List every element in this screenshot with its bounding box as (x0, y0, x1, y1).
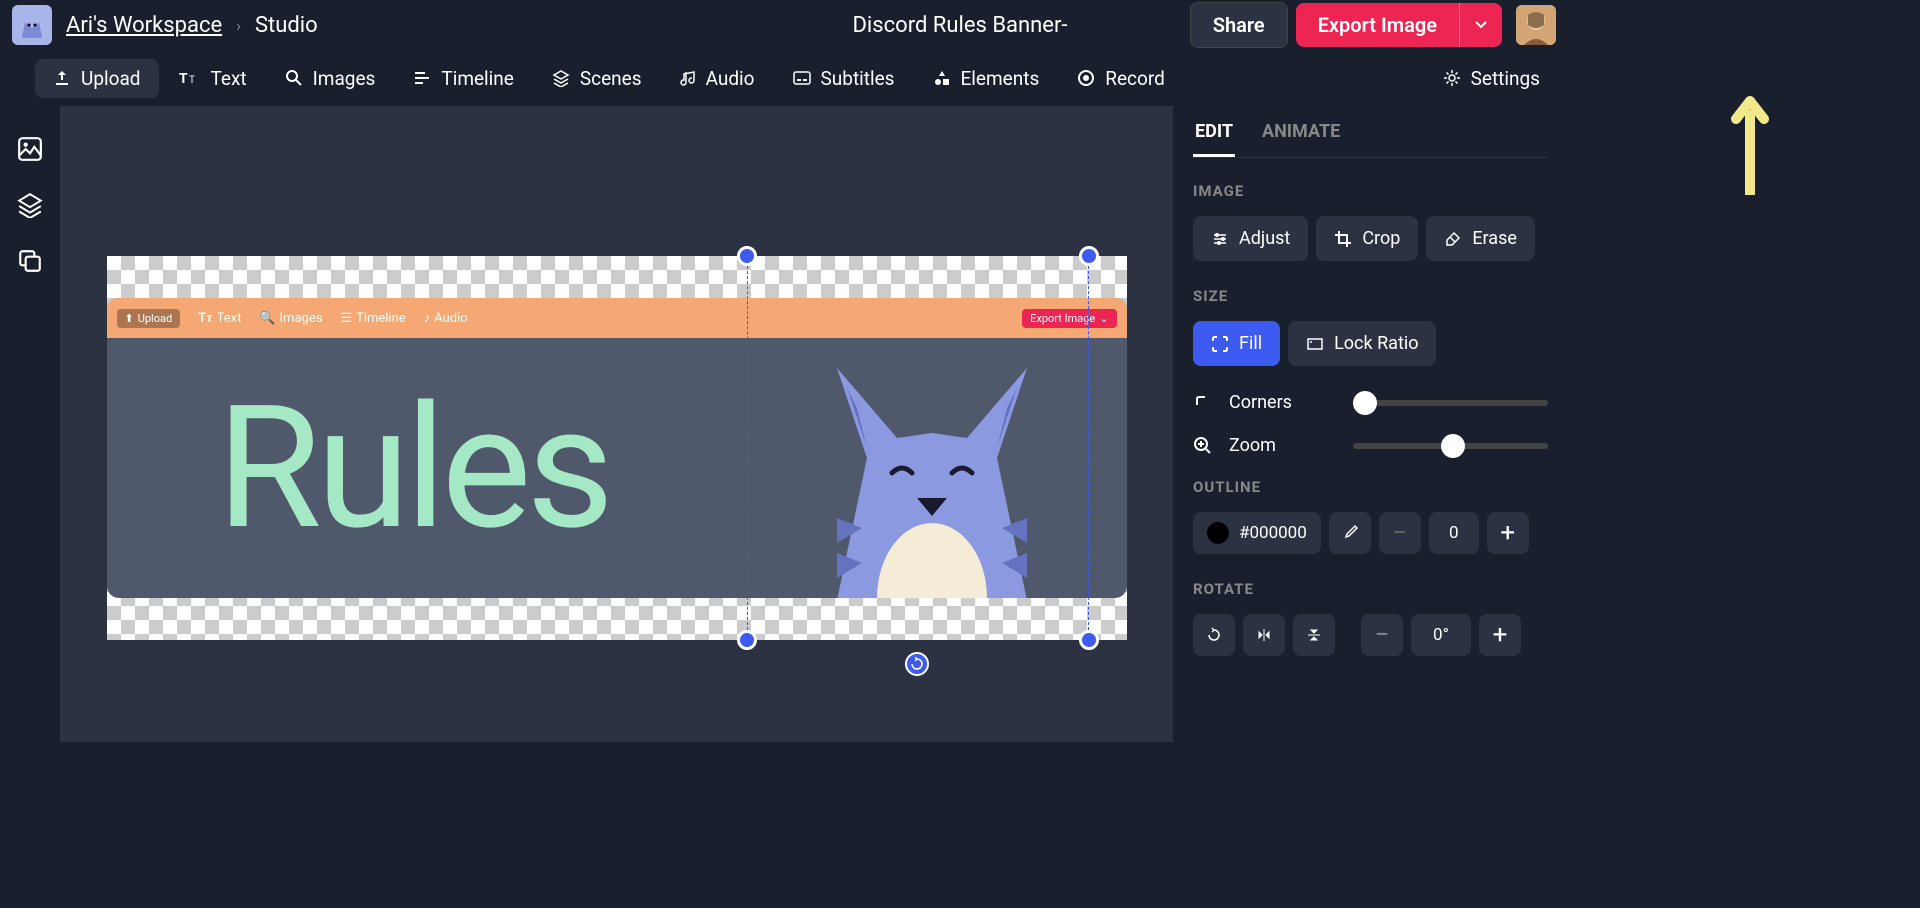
arrow-annotation (1730, 95, 1770, 195)
text-icon: TT (179, 69, 201, 87)
section-size-label: SIZE (1193, 287, 1548, 305)
breadcrumb-separator: › (236, 16, 241, 35)
rotate-decrease-button[interactable]: − (1361, 614, 1403, 656)
zoom-label: Zoom (1229, 435, 1276, 456)
resize-handle-bottom-right[interactable] (1079, 630, 1099, 650)
search-icon (285, 69, 303, 87)
outline-value[interactable]: 0 (1429, 512, 1479, 554)
decrease-button[interactable]: − (1379, 512, 1421, 554)
export-image-button[interactable]: Export Image (1296, 3, 1459, 47)
cat-illustration[interactable] (817, 318, 1047, 598)
banner-preview[interactable]: ⬆ Upload Tᴛ Text 🔍 Images ☰ Timeline ♪ A… (107, 298, 1127, 598)
layers-icon (552, 69, 570, 87)
section-image-label: IMAGE (1193, 182, 1548, 200)
crop-icon (1334, 230, 1352, 248)
tool-timeline[interactable]: Timeline (395, 59, 532, 98)
rotate-cw-button[interactable] (1193, 614, 1235, 656)
increase-button[interactable]: + (1487, 512, 1529, 554)
user-avatar[interactable] (1516, 5, 1556, 45)
workspace-avatar[interactable] (12, 5, 52, 45)
copy-icon[interactable] (17, 248, 43, 274)
flip-h-icon (1256, 627, 1272, 643)
rules-text: Rules (217, 368, 610, 568)
banner-audio: ♪ Audio (424, 310, 468, 326)
timeline-icon (413, 69, 431, 87)
svg-text:T: T (189, 75, 195, 86)
banner-text: Tᴛ Text (198, 310, 241, 326)
tool-subtitles[interactable]: Subtitles (775, 59, 913, 98)
eyedropper-icon (1341, 524, 1359, 542)
share-button[interactable]: Share (1190, 2, 1288, 48)
record-icon (1077, 69, 1095, 87)
music-icon (680, 69, 696, 87)
subtitles-icon (793, 71, 811, 85)
svg-text:T: T (179, 71, 188, 87)
fill-icon (1211, 335, 1229, 353)
shapes-icon (933, 69, 951, 87)
layers-icon[interactable] (17, 192, 43, 218)
banner-images: 🔍 Images (259, 311, 322, 326)
rotate-increase-button[interactable]: + (1479, 614, 1521, 656)
upload-icon (53, 69, 71, 87)
flip-vertical-button[interactable] (1293, 614, 1335, 656)
erase-icon (1444, 230, 1462, 248)
corners-icon (1193, 393, 1213, 413)
section-outline-label: OUTLINE (1193, 478, 1548, 496)
flip-v-icon (1306, 627, 1322, 643)
breadcrumb-studio: Studio (255, 13, 318, 38)
tool-record[interactable]: Record (1059, 59, 1183, 98)
gear-icon (1443, 69, 1461, 87)
color-swatch (1207, 522, 1229, 544)
resize-handle-top-right[interactable] (1079, 246, 1099, 266)
tool-scenes[interactable]: Scenes (534, 59, 660, 98)
corners-slider[interactable] (1353, 400, 1548, 406)
image-icon[interactable] (17, 136, 43, 162)
zoom-icon (1193, 436, 1213, 456)
lock-ratio-button[interactable]: Lock Ratio (1288, 321, 1436, 366)
rotate-value[interactable]: 0° (1411, 614, 1471, 656)
banner-upload: ⬆ Upload (117, 309, 181, 328)
resize-handle-top[interactable] (737, 246, 757, 266)
banner-timeline: ☰ Timeline (340, 311, 405, 326)
outline-color[interactable]: #000000 (1193, 512, 1321, 554)
workspace-link[interactable]: Ari's Workspace (66, 13, 222, 38)
tool-elements[interactable]: Elements (915, 59, 1058, 98)
rotate-icon (1206, 627, 1222, 643)
export-dropdown-button[interactable] (1459, 3, 1502, 47)
tool-audio[interactable]: Audio (662, 59, 773, 98)
tool-settings[interactable]: Settings (1425, 59, 1558, 98)
crop-button[interactable]: Crop (1316, 216, 1418, 261)
tool-text[interactable]: TT Text (161, 59, 265, 98)
project-title[interactable]: Discord Rules Banner- (852, 13, 1067, 38)
fill-button[interactable]: Fill (1193, 321, 1280, 366)
tab-animate[interactable]: ANIMATE (1260, 121, 1342, 157)
resize-handle-bottom[interactable] (737, 630, 757, 650)
corners-label: Corners (1229, 392, 1292, 413)
section-rotate-label: ROTATE (1193, 580, 1548, 598)
tool-images[interactable]: Images (267, 59, 394, 98)
tool-upload[interactable]: Upload (35, 59, 159, 98)
rotate-handle[interactable] (905, 652, 929, 676)
eyedropper-button[interactable] (1329, 512, 1371, 554)
chevron-down-icon (1474, 20, 1488, 30)
adjust-icon (1211, 230, 1229, 248)
zoom-slider[interactable] (1353, 443, 1548, 449)
erase-button[interactable]: Erase (1426, 216, 1535, 261)
flip-horizontal-button[interactable] (1243, 614, 1285, 656)
canvas-area[interactable]: ⬆ Upload Tᴛ Text 🔍 Images ☰ Timeline ♪ A… (60, 106, 1173, 742)
adjust-button[interactable]: Adjust (1193, 216, 1308, 261)
selection-guide (747, 256, 748, 640)
tab-edit[interactable]: EDIT (1193, 121, 1235, 157)
ratio-icon (1306, 335, 1324, 353)
selection-guide (1088, 256, 1089, 640)
